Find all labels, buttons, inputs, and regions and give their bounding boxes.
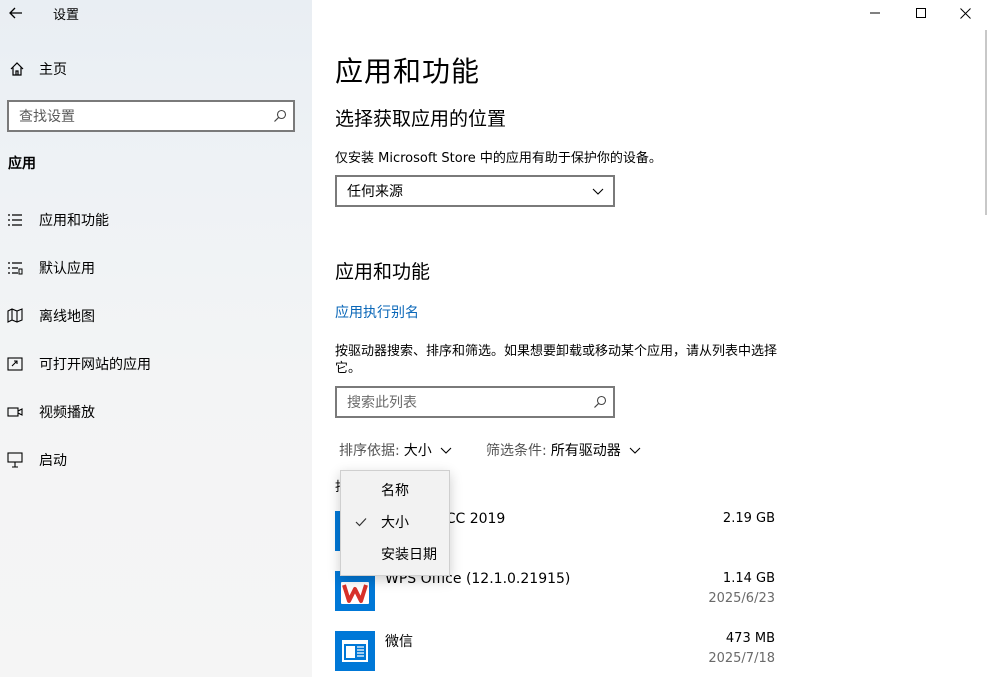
maximize-button[interactable] xyxy=(898,0,944,26)
app-source-dropdown[interactable]: 任何来源 xyxy=(335,175,615,207)
back-arrow-icon xyxy=(9,7,22,19)
app-name: 微信 xyxy=(385,634,413,650)
sidebar-item-label: 视频播放 xyxy=(39,405,95,421)
scrollbar[interactable] xyxy=(985,30,987,215)
app-install-date: 2025/6/23 xyxy=(708,591,775,606)
sort-by-value: 大小 xyxy=(403,443,432,459)
filter-by-value: 所有驱动器 xyxy=(550,443,621,459)
sort-option-name[interactable]: 名称 xyxy=(341,474,449,506)
home-icon xyxy=(0,61,34,77)
app-list-item-wps[interactable]: WPS Office (12.1.0.21915) 1.14 GB 2025/6… xyxy=(335,571,775,627)
source-description: 仅安装 Microsoft Store 中的应用有助于保护你的设备。 xyxy=(335,151,662,166)
sort-option-label: 大小 xyxy=(381,515,409,531)
list-icon xyxy=(0,213,30,227)
source-heading: 选择获取应用的位置 xyxy=(335,108,507,130)
sort-option-label: 安装日期 xyxy=(381,547,437,563)
sort-by-dropdown[interactable]: 排序依据: 大小 xyxy=(339,440,452,460)
filter-by-dropdown[interactable]: 筛选条件: 所有驱动器 xyxy=(486,440,641,460)
app-source-value: 任何来源 xyxy=(347,184,403,200)
back-button[interactable] xyxy=(0,0,32,26)
sidebar-item-offline-maps[interactable]: 离线地图 xyxy=(0,294,312,338)
sort-option-install-date[interactable]: 安装日期 xyxy=(341,538,449,570)
app-list-search-placeholder: 搜索此列表 xyxy=(347,395,417,411)
settings-search-placeholder: 查找设置 xyxy=(19,109,75,125)
sidebar-item-apps-for-websites[interactable]: 可打开网站的应用 xyxy=(0,342,312,386)
sidebar-item-video-playback[interactable]: 视频播放 xyxy=(0,390,312,434)
sidebar-item-label: 离线地图 xyxy=(39,309,95,325)
sidebar-item-startup[interactable]: 启动 xyxy=(0,438,312,482)
sidebar-item-default-apps[interactable]: 默认应用 xyxy=(0,246,312,290)
chevron-down-icon xyxy=(583,188,613,195)
default-apps-icon xyxy=(0,261,30,275)
app-size: 1.14 GB xyxy=(722,571,775,586)
wps-office-icon xyxy=(335,571,375,611)
chevron-down-icon xyxy=(629,447,641,454)
minimize-icon xyxy=(870,12,880,14)
app-install-date: 2025/7/18 xyxy=(708,651,775,666)
apps-heading: 应用和功能 xyxy=(335,261,431,283)
checkmark-icon xyxy=(341,517,381,527)
app-size: 2.19 GB xyxy=(722,511,775,526)
open-in-window-icon xyxy=(0,357,30,371)
sort-option-size[interactable]: 大小 xyxy=(341,506,449,538)
page-title: 应用和功能 xyxy=(335,55,481,88)
sidebar-item-label: 可打开网站的应用 xyxy=(39,357,151,373)
startup-icon xyxy=(0,452,30,468)
minimize-button[interactable] xyxy=(852,0,898,26)
app-execution-alias-link[interactable]: 应用执行别名 xyxy=(335,302,419,322)
sidebar-item-apps-features[interactable]: 应用和功能 xyxy=(0,198,312,242)
home-label: 主页 xyxy=(39,62,67,78)
sort-by-label: 排序依据: xyxy=(339,443,400,459)
search-icon[interactable] xyxy=(587,395,613,409)
settings-search-input[interactable]: 查找设置 xyxy=(7,100,295,132)
maximize-icon xyxy=(916,8,926,18)
sidebar-item-label: 启动 xyxy=(39,453,67,469)
sidebar-home[interactable]: 主页 xyxy=(0,52,312,86)
close-button[interactable] xyxy=(942,0,988,26)
sort-menu: 名称 大小 安装日期 xyxy=(340,470,450,576)
sort-option-label: 名称 xyxy=(381,483,409,499)
filter-by-label: 筛选条件: xyxy=(486,443,547,459)
chevron-down-icon xyxy=(440,447,452,454)
window-title: 设置 xyxy=(53,8,80,23)
video-icon xyxy=(0,406,30,418)
sidebar-item-label: 应用和功能 xyxy=(39,213,109,229)
sidebar-section-label: 应用 xyxy=(8,156,36,172)
search-description: 按驱动器搜索、排序和筛选。如果想要卸载或移动某个应用，请从列表中选择它。 xyxy=(335,344,778,376)
search-icon[interactable] xyxy=(267,109,293,123)
sidebar: 设置 主页 查找设置 应用 应用和功能 默认应用 离线地图 可打开网站的应用 视… xyxy=(0,0,312,677)
app-list-search-input[interactable]: 搜索此列表 xyxy=(335,386,615,418)
sidebar-item-label: 默认应用 xyxy=(39,261,95,277)
app-list-item-wechat[interactable]: 微信 473 MB 2025/7/18 xyxy=(335,631,775,677)
map-icon xyxy=(0,308,30,324)
wechat-icon xyxy=(335,631,375,671)
app-size: 473 MB xyxy=(725,631,775,646)
close-icon xyxy=(959,7,971,19)
